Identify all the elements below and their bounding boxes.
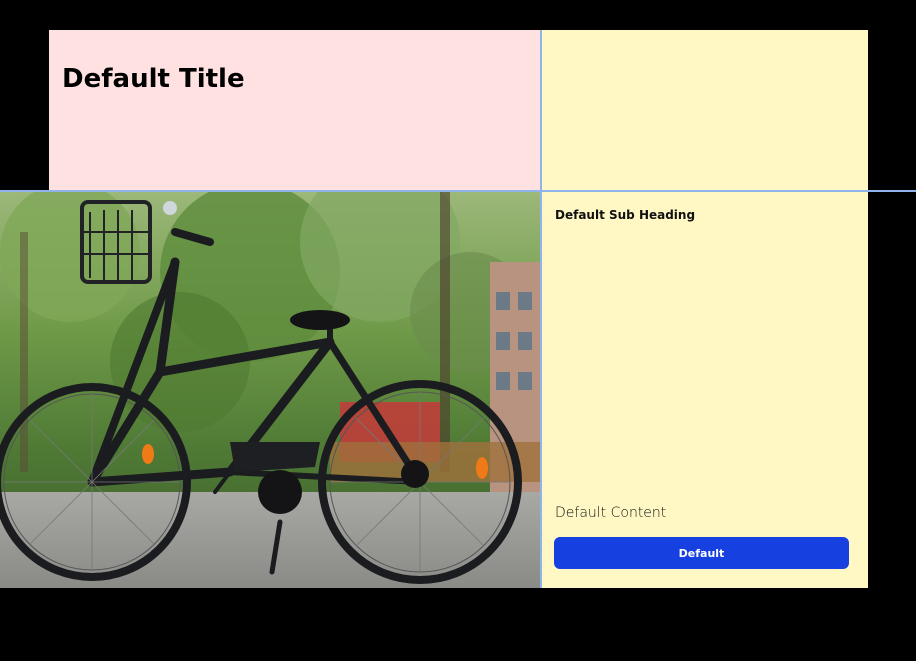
bicycle-photo bbox=[0, 192, 540, 588]
top-right-panel bbox=[542, 30, 868, 190]
info-panel: Default Sub Heading Default Content Defa… bbox=[542, 192, 868, 588]
sub-heading: Default Sub Heading bbox=[555, 208, 696, 222]
bicycle-image bbox=[0, 192, 540, 588]
page-title: Default Title bbox=[62, 64, 245, 94]
title-panel: Default Title bbox=[49, 30, 540, 190]
content-text: Default Content bbox=[555, 505, 667, 521]
grid-divider-vertical bbox=[540, 30, 542, 588]
grid-divider-horizontal bbox=[0, 190, 916, 192]
default-button[interactable]: Default bbox=[554, 537, 849, 569]
